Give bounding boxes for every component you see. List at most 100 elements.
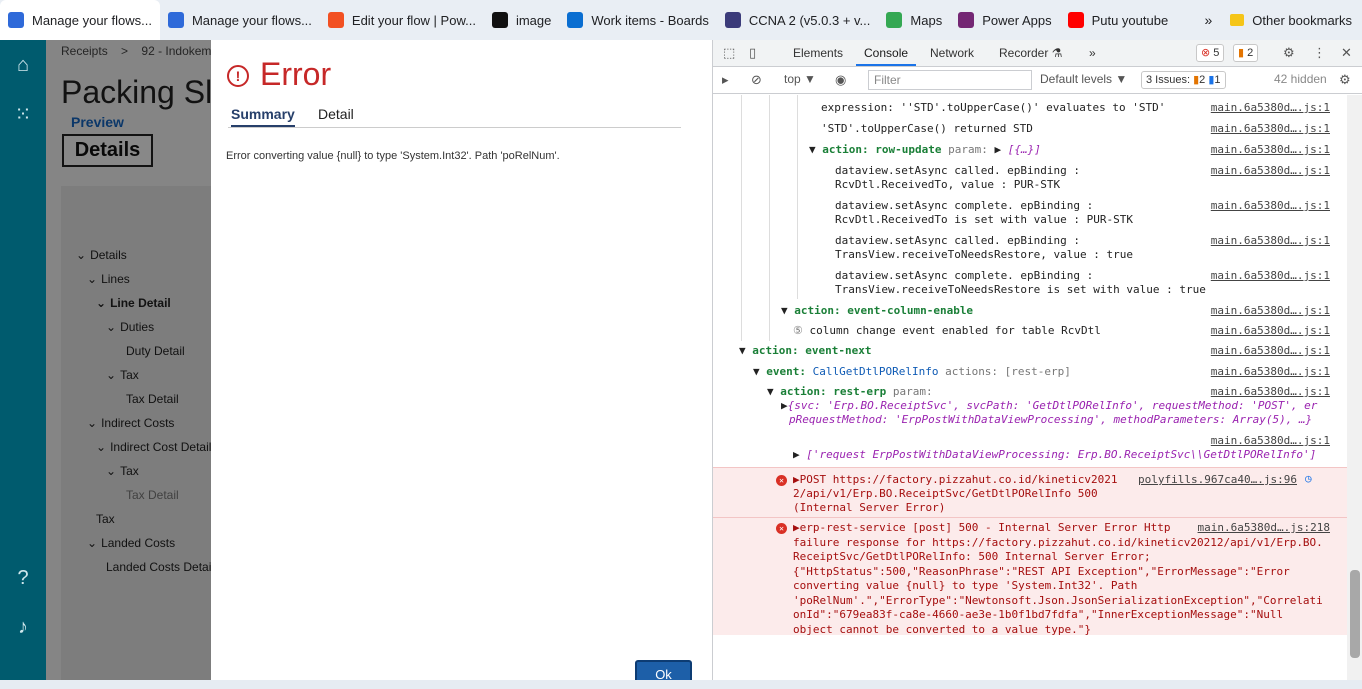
console-source-link[interactable]: main.6a5380d….js:1: [1211, 365, 1330, 378]
console-text: 'STD'.toUpperCase() returned STD: [821, 122, 1033, 135]
console-source-link[interactable]: main.6a5380d….js:1: [1211, 101, 1330, 114]
rest-error-line: ▶erp-rest-service [post] 500 - Internal …: [793, 521, 1171, 534]
device-toolbar-icon[interactable]: ▯: [749, 45, 756, 61]
console-line[interactable]: ▼ action: event-column-enable: [781, 304, 973, 317]
bookmark-item[interactable]: Maps: [878, 0, 950, 40]
bookmarks-overflow-button[interactable]: »: [1195, 12, 1223, 28]
more-tabs-button[interactable]: »: [1089, 46, 1096, 60]
log-levels-dropdown[interactable]: Default levels ▼: [1040, 72, 1127, 86]
console-line[interactable]: TransView.receiveToNeedsRestore is set w…: [835, 283, 1206, 296]
console-source-link[interactable]: main.6a5380d….js:1: [1211, 143, 1330, 156]
console-line[interactable]: ⑤ column change event enabled for table …: [793, 324, 1101, 337]
console-line[interactable]: expression: ''STD'.toUpperCase()' evalua…: [821, 101, 1165, 114]
issues-button[interactable]: 3 Issues: ▮2 ▮1: [1141, 71, 1226, 89]
console-line[interactable]: 'STD'.toUpperCase() returned STD: [821, 122, 1033, 135]
bookmark-item[interactable]: CCNA 2 (v5.0.3 + v...: [717, 0, 879, 40]
live-expression-eye-icon[interactable]: ◉: [835, 72, 846, 88]
error-count-badge[interactable]: ⊗ 5: [1196, 44, 1225, 62]
close-devtools-icon[interactable]: ✕: [1341, 45, 1352, 61]
other-bookmarks-folder[interactable]: Other bookmarks: [1222, 0, 1362, 40]
tab-recorder[interactable]: Recorder ⚗: [999, 46, 1062, 60]
bookmark-item[interactable]: Power Apps: [950, 0, 1059, 40]
context-selector[interactable]: top ▼: [784, 72, 816, 86]
console-text: dataview.setAsync called. epBinding :: [835, 234, 1081, 247]
microsoft-icon: [327, 12, 344, 28]
rest-error-source-link[interactable]: main.6a5380d….js:218: [1198, 521, 1330, 534]
warning-count-badge[interactable]: ▮ 2: [1233, 44, 1259, 62]
apps-grid-icon[interactable]: ⁙: [12, 104, 34, 126]
console-source-link[interactable]: main.6a5380d….js:1: [1211, 234, 1330, 247]
console-toolbar: ▸ ⊘ top ▼ ◉ Filter Default levels ▼ 3 Is…: [713, 67, 1362, 94]
console-text: ▼: [739, 344, 753, 357]
console-line[interactable]: ▼ action: event-next: [739, 344, 871, 357]
console-line[interactable]: dataview.setAsync called. epBinding :: [835, 234, 1080, 247]
bookmark-item[interactable]: Manage your flows...: [160, 0, 320, 40]
bookmarks-bar: Manage your flows... Manage your flows...…: [0, 0, 1362, 40]
console-line[interactable]: dataview.setAsync called. epBinding :: [835, 164, 1080, 177]
console-settings-icon[interactable]: ⚙: [1339, 72, 1351, 88]
rest-error-line: ReceiptSvc/GetDtlPORelInfo: 500 Internal…: [793, 550, 1151, 563]
console-text: TransView.receiveToNeedsRestore, value :…: [835, 248, 1134, 261]
tab-network[interactable]: Network: [930, 46, 974, 60]
bookmark-item[interactable]: image: [484, 0, 559, 40]
console-line[interactable]: ▼ event: CallGetDtlPORelInfo actions: [r…: [753, 365, 1071, 378]
console-source-link[interactable]: main.6a5380d….js:1: [1211, 385, 1330, 398]
console-source-link[interactable]: main.6a5380d….js:1: [1211, 269, 1330, 282]
error-icon: !: [227, 65, 249, 87]
power-automate-icon: [8, 12, 24, 28]
tab-detail[interactable]: Detail: [318, 106, 354, 122]
console-source-link[interactable]: main.6a5380d….js:1: [1211, 122, 1330, 135]
console-line[interactable]: ▶ ['request ErpPostWithDataViewProcessin…: [793, 448, 1316, 461]
inspect-element-icon[interactable]: ⬚: [723, 45, 735, 61]
console-line[interactable]: ▼ action: rest-erp param:: [767, 385, 933, 398]
post-error-source-link[interactable]: polyfills.967ca40….js:96: [1138, 473, 1297, 486]
console-line[interactable]: ▶{svc: 'Erp.BO.ReceiptSvc', svcPath: 'Ge…: [781, 399, 1317, 412]
tab-summary[interactable]: Summary: [231, 106, 295, 127]
other-bookmarks-label: Other bookmarks: [1252, 12, 1352, 28]
console-text: ⑤: [793, 324, 810, 337]
error-count: 5: [1213, 47, 1220, 59]
bookmark-item[interactable]: Edit your flow | Pow...: [320, 0, 484, 40]
devtools-tabs: ⬚ ▯ Elements Console Network Recorder ⚗ …: [713, 40, 1362, 67]
console-line[interactable]: ▼ action: row-update param: ▶ [{…}]: [809, 143, 1041, 156]
sidebar-toggle-icon[interactable]: ▸: [722, 72, 729, 88]
console-source-link[interactable]: main.6a5380d….js:1: [1211, 344, 1330, 357]
console-line[interactable]: RcvDtl.ReceivedTo is set with value : PU…: [835, 213, 1133, 226]
post-error-line-1[interactable]: ▶POST https://factory.pizzahut.co.id/kin…: [793, 473, 1118, 486]
github-icon: [491, 12, 508, 28]
issues-info-count: 1: [1214, 74, 1221, 86]
azure-devops-icon: [567, 12, 584, 28]
tab-console[interactable]: Console: [855, 46, 917, 66]
console-source-link[interactable]: main.6a5380d….js:1: [1211, 304, 1330, 317]
post-error-line-2[interactable]: 2/api/v1/Erp.BO.ReceiptSvc/GetDtlPORelIn…: [793, 487, 1098, 500]
notifications-bell-icon[interactable]: ♪: [12, 616, 34, 638]
bookmark-item[interactable]: Work items - Boards: [559, 0, 717, 40]
console-line[interactable]: RcvDtl.ReceivedTo, value : PUR-STK: [835, 178, 1060, 191]
tab-elements[interactable]: Elements: [793, 46, 843, 60]
console-source-link[interactable]: main.6a5380d….js:1: [1211, 164, 1330, 177]
maps-icon: [886, 12, 903, 28]
console-text: ▼: [767, 385, 781, 398]
bookmark-label: image: [515, 12, 552, 28]
console-scrollbar[interactable]: [1347, 95, 1362, 689]
console-text: param:: [941, 143, 995, 156]
settings-gear-icon[interactable]: ⚙: [1283, 45, 1295, 61]
more-options-icon[interactable]: ⋮: [1313, 45, 1326, 61]
console-text: [{…}]: [1007, 143, 1041, 156]
console-line[interactable]: dataview.setAsync complete. epBinding :: [835, 199, 1093, 212]
help-icon[interactable]: ?: [12, 567, 34, 589]
home-icon[interactable]: ⌂: [12, 54, 34, 76]
console-line[interactable]: TransView.receiveToNeedsRestore, value :…: [835, 248, 1133, 261]
console-text: action: row-update: [822, 143, 942, 156]
bookmark-item[interactable]: Manage your flows...: [0, 0, 160, 40]
scrollbar-thumb[interactable]: [1350, 570, 1360, 658]
console-source-link[interactable]: main.6a5380d….js:1: [1211, 324, 1330, 337]
console-filter-input[interactable]: Filter: [868, 70, 1032, 90]
console-line[interactable]: dataview.setAsync complete. epBinding :: [835, 269, 1093, 282]
bookmark-item[interactable]: Putu youtube: [1060, 0, 1177, 40]
clear-console-icon[interactable]: ⊘: [751, 72, 762, 88]
network-request-icon[interactable]: ◷: [1305, 472, 1312, 485]
console-source-link[interactable]: main.6a5380d….js:1: [1211, 434, 1330, 447]
console-source-link[interactable]: main.6a5380d….js:1: [1211, 199, 1330, 212]
console-line[interactable]: pRequestMethod: 'ErpPostWithDataViewProc…: [789, 413, 1312, 426]
